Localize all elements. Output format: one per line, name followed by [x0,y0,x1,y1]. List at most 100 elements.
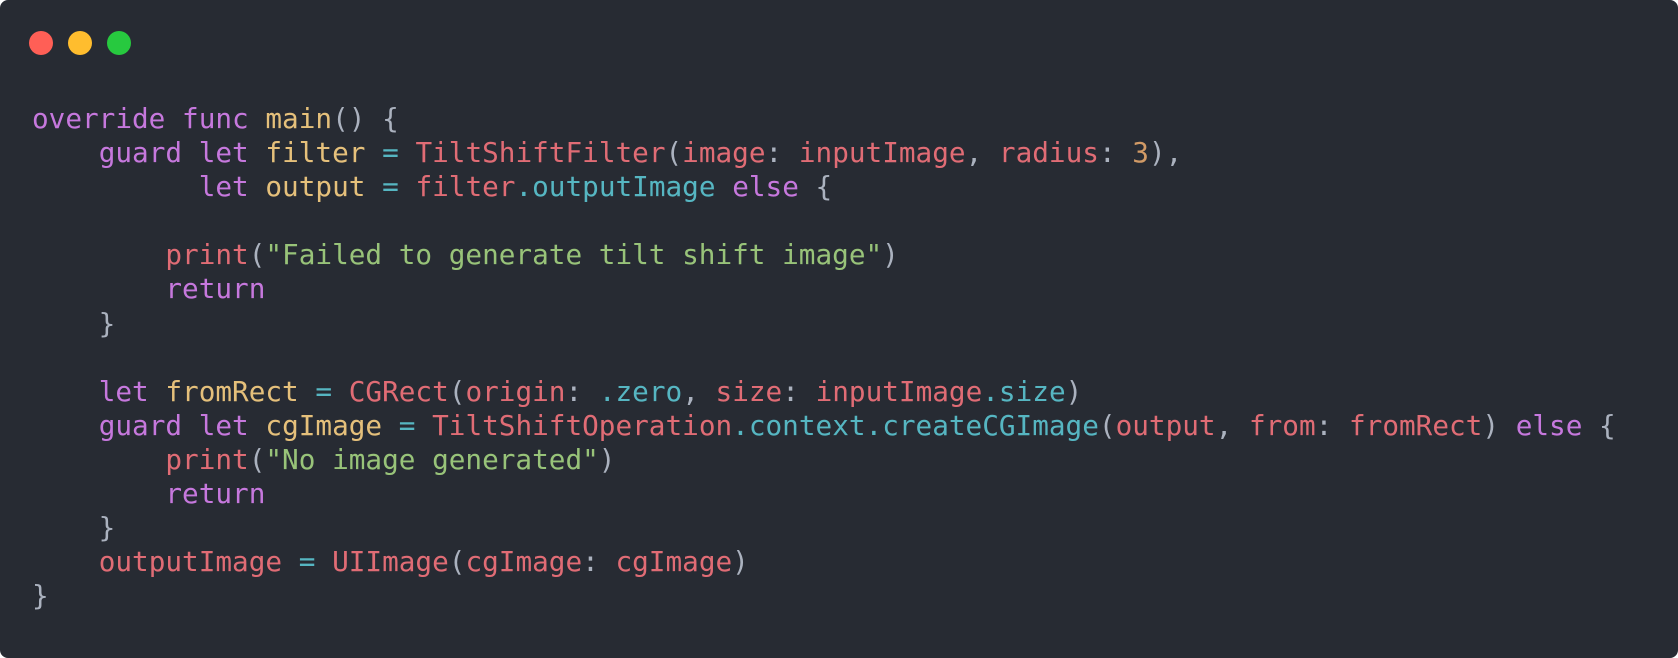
code-token-member: .outputImage [515,170,716,204]
code-token-param: from [1248,408,1316,442]
code-line: let fromRect = CGRect(origin: .zero, siz… [32,375,1616,409]
code-token-default: { [1582,408,1616,442]
code-token-default [32,136,99,169]
code-token-default [32,170,199,203]
code-token-keyword: let [198,136,249,170]
code-token-default [32,272,165,305]
code-token-default [32,545,99,578]
code-token-func: print [165,442,249,476]
code-token-default [249,102,266,135]
code-token-default: } [32,579,49,613]
code-token-default [32,409,99,442]
code-token-default [415,409,432,442]
code-token-default: } [32,511,116,545]
code-token-string: "No image generated" [265,442,599,476]
code-line: print("Failed to generate tilt shift ima… [32,238,1616,272]
code-token-default: ) [1482,408,1516,442]
code-token-default [249,409,266,442]
code-token-default [32,238,165,271]
code-token-member: .size [982,374,1066,408]
code-token-default [365,136,382,169]
code-token-decl: fromRect [165,374,299,408]
code-token-default: } [32,306,116,340]
code-token-default [149,375,166,408]
code-token-default [165,102,182,135]
code-token-default [315,545,332,578]
code-token-keyword: let [198,408,249,442]
zoom-button-icon[interactable] [107,31,131,55]
code-token-param: filter [415,170,516,204]
code-token-default: ( [448,545,466,579]
code-token-default: : [1315,408,1349,442]
code-token-op: = [315,374,333,408]
code-token-default: , [965,136,999,170]
code-token-keyword: return [165,272,266,306]
code-token-keyword: else [732,170,799,204]
code-token-default: ( [1098,408,1116,442]
code-token-keyword: let [198,170,249,204]
code-line: override func main() { [32,102,1616,136]
code-token-default: ( [448,374,466,408]
code-token-default [249,170,266,203]
code-token-default: { [798,170,833,204]
code-block: override func main() { guard let filter … [32,102,1616,613]
code-token-default [32,477,165,510]
code-token-default [399,136,416,169]
code-token-keyword: return [165,477,266,511]
code-token-default: ), [1148,136,1183,170]
code-token-default: : [1098,136,1133,170]
window-controls [29,31,131,55]
code-token-default: ) [1065,374,1083,408]
code-token-number: 3 [1132,136,1149,170]
code-token-decl: main [265,102,333,135]
code-token-param: fromRect [1348,408,1483,442]
code-token-keyword: guard [98,136,183,170]
code-token-default: : [765,136,799,170]
close-button-icon[interactable] [29,31,53,55]
code-token-default [32,443,165,476]
code-token-default [399,170,416,203]
code-token-default: ) [732,545,749,579]
code-window: override func main() { guard let filter … [0,0,1678,658]
code-token-default [365,170,382,203]
code-token-param: inputImage [815,374,983,408]
code-token-type: TiltShiftFilter [415,136,666,170]
code-token-default: , [1215,408,1249,442]
code-line: print("No image generated") [32,443,1616,477]
code-token-default [716,170,733,203]
minimize-button-icon[interactable] [68,31,92,55]
code-token-default [382,409,399,442]
code-token-member: .context.createCGImage [732,408,1099,442]
code-line: guard let filter = TiltShiftFilter(image… [32,136,1616,170]
code-token-param: image [682,136,766,170]
code-token-default [249,136,266,169]
code-line: guard let cgImage = TiltShiftOperation.c… [32,409,1616,443]
code-token-default [182,136,199,169]
code-token-type: UIImage [332,545,449,579]
code-line: return [32,477,1616,511]
code-token-decl: cgImage [265,408,383,442]
code-line: } [32,579,1616,613]
code-token-op: = [298,545,316,579]
code-token-default: , [682,374,716,408]
code-line: outputImage = UIImage(cgImage: cgImage) [32,545,1616,579]
code-line: let output = filter.outputImage else { [32,170,1616,204]
code-token-default: ( [248,442,266,476]
code-token-op: = [398,408,416,442]
code-token-op: = [382,136,399,170]
code-token-string: "Failed to generate tilt shift image" [265,238,883,272]
code-token-param: cgImage [465,545,583,579]
code-token-keyword: func [182,102,249,135]
code-token-keyword: guard [98,408,183,442]
code-token-op: = [382,170,399,204]
code-token-param: radius [998,136,1099,170]
code-line: } [32,307,1616,341]
code-token-default: ( [248,238,266,272]
code-token-member: .zero [598,374,683,408]
code-token-default: () { [332,102,399,135]
code-token-default: : [565,374,599,408]
code-token-default: : [782,374,816,408]
code-token-func: print [165,238,249,272]
